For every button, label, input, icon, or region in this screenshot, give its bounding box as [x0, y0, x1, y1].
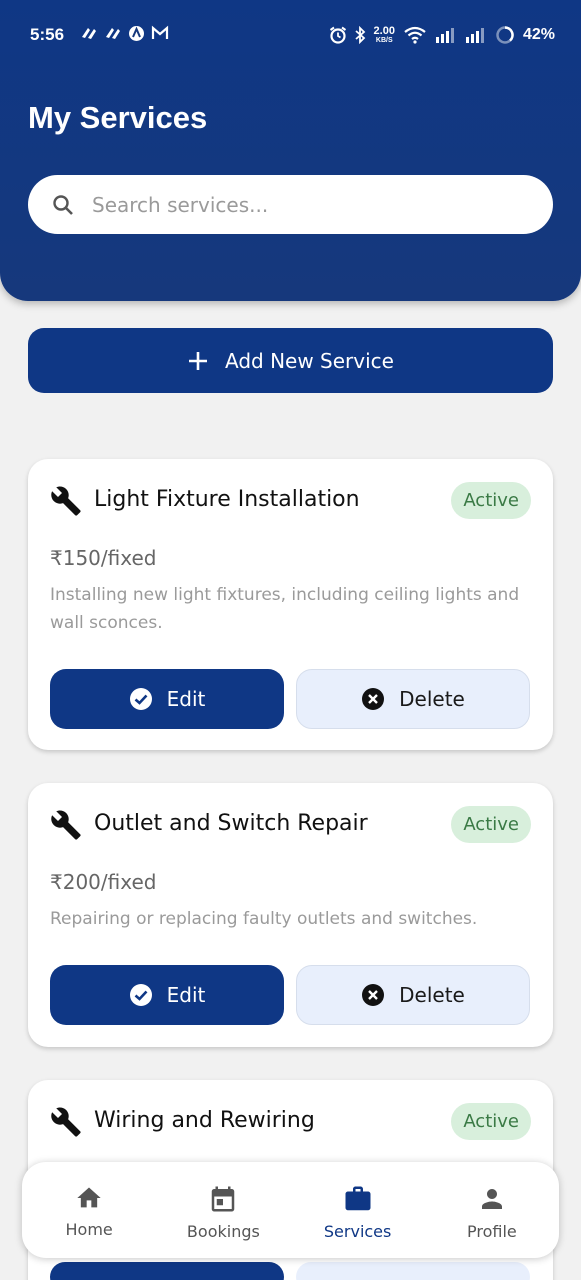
wifi-icon — [404, 26, 426, 44]
service-card: Outlet and Switch Repair Active ₹200/fix… — [28, 783, 553, 1047]
delete-button[interactable]: Delete — [296, 965, 530, 1025]
bottom-nav: Home Bookings Services Profile — [22, 1162, 559, 1258]
briefcase-icon — [345, 1186, 371, 1211]
notification-icon — [82, 28, 96, 39]
speed-unit: KB/S — [375, 36, 393, 44]
battery-level: 42% — [522, 26, 555, 43]
notification-icons — [80, 25, 169, 42]
service-title: Light Fixture Installation — [94, 487, 360, 512]
edit-label: Edit — [166, 687, 206, 711]
status-bar: 5:56 2.00 KB/S 42% — [0, 0, 581, 70]
edit-label: Edit — [166, 983, 206, 1007]
service-description: Installing new light fixtures, including… — [50, 585, 520, 633]
calendar-icon — [212, 1186, 235, 1212]
wrench-icon — [51, 486, 81, 516]
edit-button[interactable]: Edit — [50, 669, 284, 729]
delete-button[interactable]: Delete — [296, 669, 530, 729]
search-icon — [53, 195, 73, 215]
service-description: Repairing or replacing faulty outlets an… — [50, 909, 478, 929]
bluetooth-icon — [354, 26, 365, 44]
alarm-icon — [329, 26, 346, 44]
nav-label: Services — [323, 1222, 392, 1241]
nav-services[interactable]: Services — [291, 1162, 425, 1258]
check-circle-icon — [129, 984, 152, 1006]
page-title: My Services — [28, 100, 208, 135]
delete-label: Delete — [399, 983, 465, 1007]
service-title: Outlet and Switch Repair — [94, 811, 368, 836]
service-card: Light Fixture Installation Active ₹150/f… — [28, 459, 553, 750]
notification-icon — [106, 28, 120, 39]
wrench-icon — [51, 1107, 81, 1137]
edit-button-peek[interactable] — [50, 1262, 284, 1280]
close-circle-icon — [362, 688, 385, 710]
status-badge: Active — [451, 806, 531, 843]
add-button-label: Add New Service — [225, 348, 394, 373]
service-price: ₹150/fixed — [50, 546, 157, 570]
edit-button[interactable]: Edit — [50, 965, 284, 1025]
plus-icon — [189, 351, 207, 370]
status-right: 2.00 KB/S 42% — [329, 25, 555, 45]
search-bar[interactable] — [28, 175, 553, 234]
wrench-icon — [51, 810, 81, 840]
network-speed: 2.00 KB/S — [373, 24, 395, 45]
nav-home[interactable]: Home — [22, 1162, 156, 1258]
person-icon — [481, 1189, 502, 1209]
nav-label: Profile — [467, 1222, 517, 1241]
delete-button-peek[interactable] — [296, 1262, 530, 1280]
signal-icon — [435, 28, 454, 43]
status-badge: Active — [451, 482, 531, 519]
nav-bookings[interactable]: Bookings — [156, 1162, 290, 1258]
search-input[interactable] — [92, 185, 532, 225]
app-notification-icon — [129, 26, 144, 41]
status-badge: Active — [451, 1103, 531, 1140]
add-new-service-button[interactable]: Add New Service — [28, 328, 553, 393]
delete-label: Delete — [399, 687, 465, 711]
nav-label: Bookings — [186, 1222, 260, 1241]
check-circle-icon — [129, 688, 152, 710]
close-circle-icon — [362, 984, 385, 1006]
status-time: 5:56 — [30, 25, 65, 44]
service-title: Wiring and Rewiring — [94, 1108, 315, 1133]
home-icon — [77, 1187, 101, 1208]
nav-profile[interactable]: Profile — [425, 1162, 559, 1258]
mail-icon — [151, 25, 169, 39]
nav-label: Home — [65, 1220, 113, 1239]
signal-icon — [465, 28, 484, 43]
battery-icon — [496, 26, 514, 44]
service-price: ₹200/fixed — [50, 870, 157, 894]
speed-value: 2.00 — [373, 24, 395, 37]
